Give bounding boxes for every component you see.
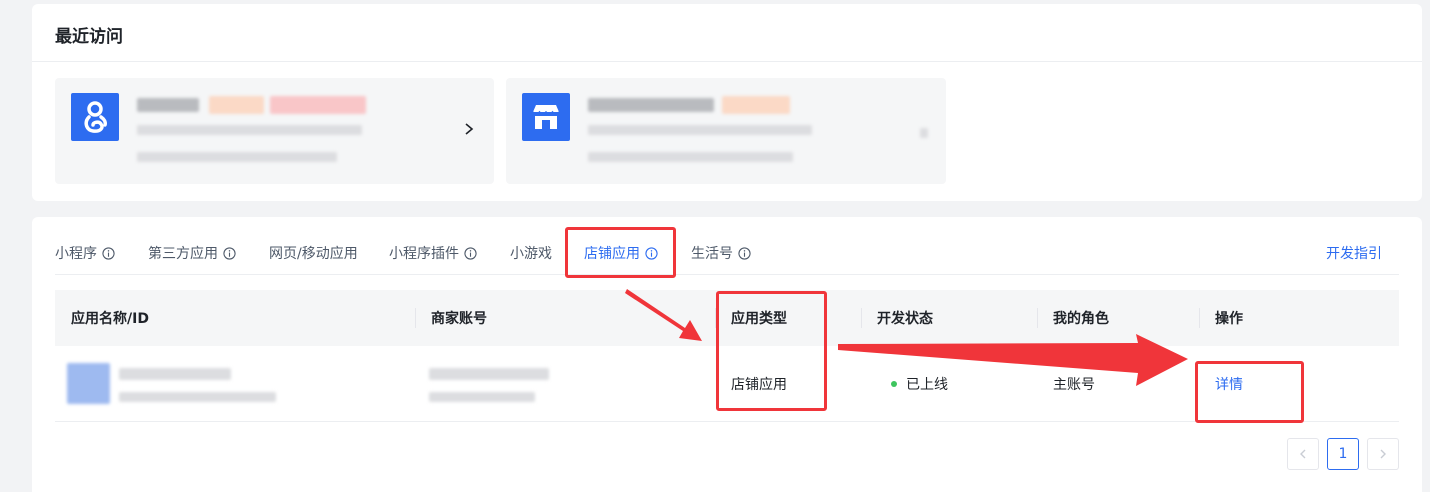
blurred-tag (270, 96, 366, 114)
info-icon[interactable] (464, 246, 477, 260)
blurred-app-name (137, 98, 199, 112)
tab-label: 小游戏 (510, 246, 552, 262)
tab-life-account[interactable]: 生活号 (691, 239, 751, 267)
column-separator (1199, 308, 1200, 328)
column-header-merchant-account: 商家账号 (431, 311, 487, 327)
info-icon[interactable] (102, 246, 115, 260)
tab-label: 网页/移动应用 (269, 246, 358, 262)
highlight-box-app-type (716, 291, 827, 411)
app-type-tabs: 小程序 第三方应用 网页/移动应用 小程序插件 小游戏 店铺应用 生活号 开发指… (55, 239, 1399, 275)
blurred-merchant-id (429, 392, 535, 402)
blurred-app-logo (67, 363, 110, 404)
tab-label: 小程序 (55, 246, 97, 262)
recent-app-card[interactable] (55, 78, 494, 184)
prev-page-button[interactable] (1287, 438, 1319, 470)
column-separator (861, 308, 862, 328)
tab-mini-program-plugin[interactable]: 小程序插件 (389, 239, 477, 267)
info-icon[interactable] (223, 246, 236, 260)
info-icon[interactable] (738, 246, 751, 260)
divider (32, 61, 1422, 62)
recent-app-card[interactable] (506, 78, 946, 184)
mini-program-logo-icon (71, 93, 119, 141)
tab-mini-program[interactable]: 小程序 (55, 239, 115, 267)
next-page-button[interactable] (1367, 438, 1399, 470)
tab-label: 生活号 (691, 246, 733, 262)
highlight-box-store-tab (565, 227, 676, 278)
blurred-merchant-account (429, 368, 549, 380)
column-separator (415, 308, 416, 328)
column-header-my-role: 我的角色 (1053, 311, 1109, 327)
status-online-dot (891, 381, 897, 387)
status-text: 已上线 (906, 377, 948, 393)
tab-label: 第三方应用 (148, 246, 218, 262)
blurred-icon (920, 128, 928, 138)
page-number-button[interactable]: 1 (1327, 438, 1359, 470)
column-header-app-name: 应用名称/ID (71, 311, 149, 327)
blurred-tag (722, 96, 790, 114)
blurred-app-name (119, 368, 231, 380)
blurred-app-id (137, 125, 362, 135)
column-header-dev-status: 开发状态 (877, 311, 933, 327)
store-logo-icon (522, 93, 570, 141)
dev-status-cell: 已上线 (891, 346, 948, 422)
blurred-app-meta (137, 152, 337, 162)
tab-label: 小程序插件 (389, 246, 459, 262)
my-role-cell: 主账号 (1053, 377, 1095, 393)
tab-mini-game[interactable]: 小游戏 (510, 239, 552, 267)
recent-visits-card: 最近访问 (32, 4, 1422, 201)
blurred-app-name (588, 98, 714, 112)
blurred-app-id (588, 125, 812, 135)
chevron-right-icon[interactable] (462, 122, 476, 136)
pagination: 1 (1287, 438, 1399, 470)
tab-third-party-app[interactable]: 第三方应用 (148, 239, 236, 267)
highlight-box-details (1195, 361, 1304, 423)
column-separator (1037, 308, 1038, 328)
column-header-actions: 操作 (1215, 311, 1243, 327)
chevron-right-icon (1380, 449, 1386, 459)
blurred-app-meta (588, 152, 793, 162)
recent-visits-title: 最近访问 (55, 27, 123, 47)
blurred-app-id (119, 392, 276, 402)
dev-guide-link[interactable]: 开发指引 (1326, 239, 1382, 267)
blurred-tag (209, 96, 264, 114)
tab-web-mobile-app[interactable]: 网页/移动应用 (269, 239, 358, 267)
chevron-left-icon (1300, 449, 1306, 459)
